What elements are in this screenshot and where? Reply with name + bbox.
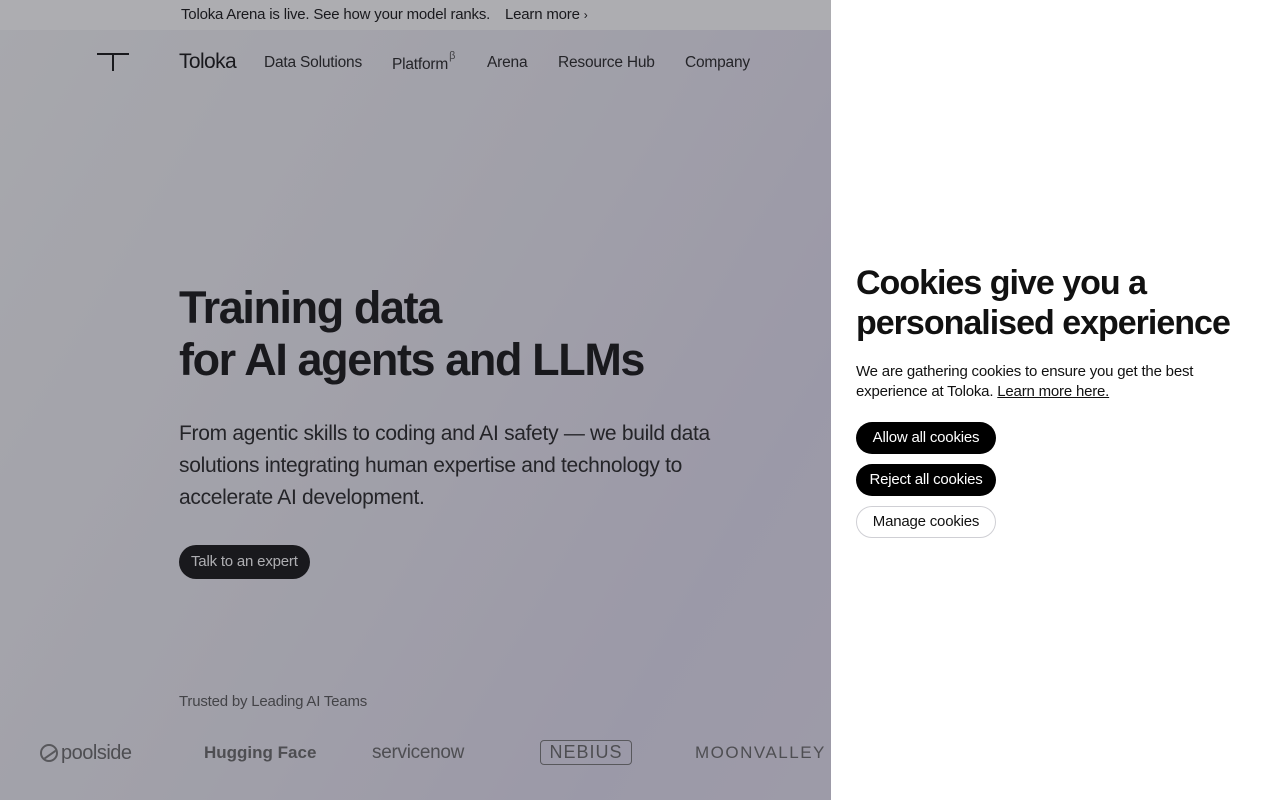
modal-backdrop[interactable] [0,0,831,800]
cookie-learn-more-link[interactable]: Learn more here. [997,383,1109,400]
cookie-title: Cookies give you a personalised experien… [856,264,1231,342]
allow-all-cookies-button[interactable]: Allow all cookies [856,422,996,454]
manage-cookies-button[interactable]: Manage cookies [856,506,996,538]
cookie-consent-panel: Cookies give you a personalised experien… [831,0,1280,800]
reject-all-cookies-button[interactable]: Reject all cookies [856,464,996,496]
cookie-description: We are gathering cookies to ensure you g… [856,362,1226,402]
